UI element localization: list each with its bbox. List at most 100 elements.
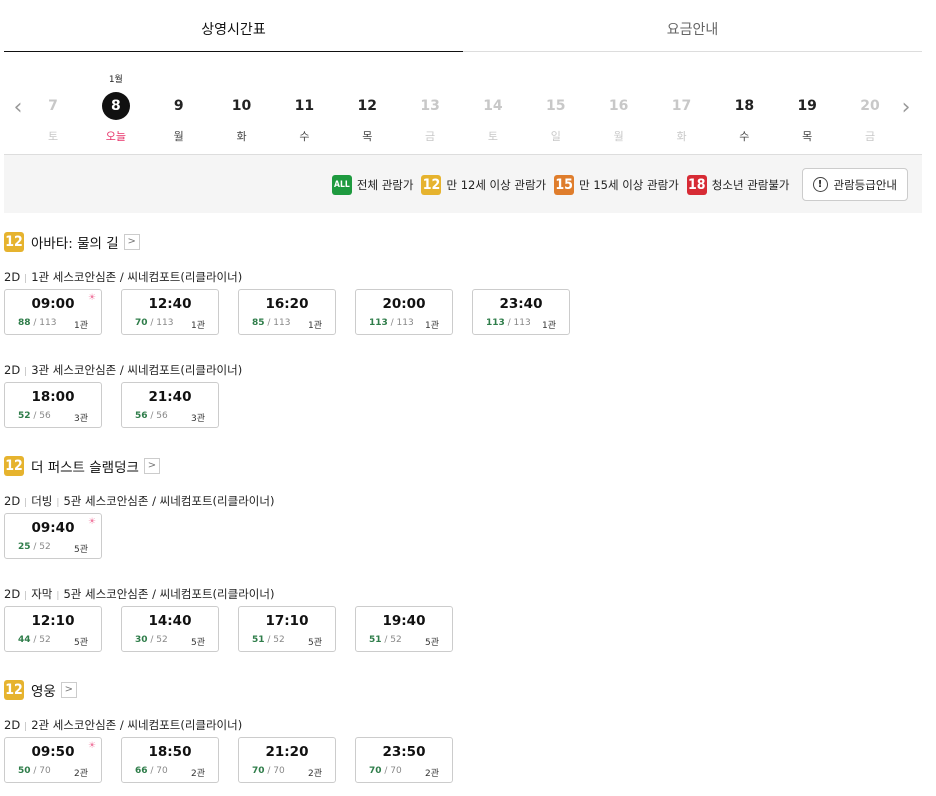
hall-number: 5관 [73,638,88,648]
showtime-time: 16:20 [265,296,309,312]
showtime-button[interactable]: 18:50 66 / 70 2관 [121,737,219,783]
hall-info-text: 2D [4,494,21,508]
seats-total: / 113 [504,318,531,328]
separator: | [24,274,28,284]
date-item: 20 금 [839,62,901,154]
hall-number: 5관 [424,638,439,648]
hall-info: 2D | 1관 세스코안심존 / 씨네컴포트(리클라이너) [4,269,242,285]
date-item[interactable]: 1월 8 오늘 [85,62,147,154]
hall-number: 1관 [307,321,322,331]
date-item: 17 화 [651,62,713,154]
tab-bar: 상영시간표 요금안내 [4,0,922,52]
date-item[interactable]: 10 화 [211,62,273,154]
chevron-right-icon[interactable]: > [143,458,160,474]
showtime-time: 12:10 [31,613,75,629]
seats-available: 50 [18,766,31,776]
movie-name[interactable]: 영웅 [31,680,56,700]
info-icon: ! [812,177,828,192]
seats-total: / 113 [387,318,414,328]
seats-available: 70 [369,766,382,776]
date-item: 15 일 [525,62,587,154]
date-number: 13 [420,98,440,114]
seat-count: 56 / 56 [135,411,168,421]
showtime-button[interactable]: 14:40 30 / 52 5관 [121,606,219,652]
seat-count: 66 / 70 [135,766,168,776]
showtime-button[interactable]: 09:00 88 / 113 1관 ☀ [4,289,102,335]
showtime-button[interactable]: 18:00 52 / 56 3관 [4,382,102,428]
rating-guide-button[interactable]: ! 관람등급안내 [801,168,908,201]
seats-total: / 70 [264,766,285,776]
seats-total: / 70 [381,766,402,776]
hall-info-text: 자막 [31,587,53,601]
date-number: 15 [546,98,566,114]
showtime-time: 17:10 [265,613,309,629]
showtime-button[interactable]: 12:40 70 / 113 1관 [121,289,219,335]
chevron-right-icon[interactable]: > [60,682,77,698]
showtime-time: 23:50 [382,744,426,760]
legend-label: 만 12세 이상 관람가 [446,177,547,192]
seats-available: 113 [369,318,388,328]
date-weekday: 월 [173,130,184,143]
seats-total: / 113 [30,318,57,328]
chevron-right-icon[interactable]: › [896,96,916,120]
date-item[interactable]: 11 수 [273,62,335,154]
movie-name[interactable]: 아바타: 물의 길 [31,232,119,252]
showtime-button[interactable]: 16:20 85 / 113 1관 [238,289,336,335]
seats-total: / 52 [264,635,285,645]
seats-total: / 52 [30,635,51,645]
date-item[interactable]: 9월 [148,62,210,154]
showtime-button[interactable]: 21:20 70 / 70 2관 [238,737,336,783]
date-item[interactable]: 19 목 [776,62,838,154]
showtime-button[interactable]: 23:50 70 / 70 2관 [355,737,453,783]
legend-item: 15 만 15세 이상 관람가 [554,174,679,195]
seat-count: 30 / 52 [135,635,168,645]
date-item: 13 금 [399,62,461,154]
tab-pricing[interactable]: 요금안내 [463,0,922,51]
date-weekday: 수 [299,130,310,143]
seats-total: / 52 [30,542,51,552]
showtime-list: 09:00 88 / 113 1관 ☀ 12:40 70 / 113 1관 16:20 85 /… [4,289,589,335]
showtime-button[interactable]: 20:00 113 / 113 1관 [355,289,453,335]
showtime-button[interactable]: 17:10 51 / 52 5관 [238,606,336,652]
seats-available: 70 [135,318,148,328]
movie-name[interactable]: 더 퍼스트 슬램덩크 [31,456,139,476]
hall-number: 3관 [73,414,88,424]
seat-count: 70 / 113 [135,318,173,328]
hall-info-text: 2관 세스코안심존 / 씨네컴포트(리클라이너) [31,718,243,732]
showtime-button[interactable]: 19:40 51 / 52 5관 [355,606,453,652]
hall-number: 3관 [190,414,205,424]
hall-number: 1관 [541,321,556,331]
chevron-right-icon[interactable]: > [123,234,140,250]
rating-12-icon: 12 [4,456,24,476]
date-item[interactable]: 18 수 [713,62,775,154]
showtime-button[interactable]: 21:40 56 / 56 3관 [121,382,219,428]
date-number: 12 [357,98,377,114]
showtime-button[interactable]: 12:10 44 / 52 5관 [4,606,102,652]
tab-showtimes[interactable]: 상영시간표 [4,0,463,52]
date-number: 10 [231,98,252,114]
hall-info-text: 3관 세스코안심존 / 씨네컴포트(리클라이너) [31,363,243,377]
date-item[interactable]: 12 목 [336,62,398,154]
seat-count: 70 / 70 [369,766,402,776]
separator: | [56,591,60,601]
showtime-time: 09:00 [31,296,75,312]
date-weekday: 목 [362,130,373,143]
seats-total: / 113 [264,318,291,328]
rating-guide-label: 관람등급안내 [833,177,897,192]
morning-show-icon: ☀ [87,741,96,751]
hall-info: 2D | 3관 세스코안심존 / 씨네컴포트(리클라이너) [4,362,242,378]
date-weekday: 수 [739,130,750,143]
showtime-button[interactable]: 23:40 113 / 113 1관 [472,289,570,335]
morning-show-icon: ☀ [87,293,96,303]
showtime-button[interactable]: 09:50 50 / 70 2관 ☀ [4,737,102,783]
hall-info-text: 2D [4,363,21,377]
date-list: 7 토 1월 8 오늘 9 월 10 화 11 수 12 목 13 금 14 토 15 일 16 월 17 화 18 수 19 목 2… [22,62,904,154]
showtime-button[interactable]: 09:40 25 / 52 5관 ☀ [4,513,102,559]
seats-available: 44 [18,635,31,645]
seat-count: 51 / 52 [369,635,402,645]
seats-available: 51 [369,635,382,645]
showtime-list: 09:40 25 / 52 5관 ☀ [4,513,121,559]
separator: | [24,498,28,508]
hall-number: 5관 [307,638,322,648]
movie-title: 12 더 퍼스트 슬램덩크 > [4,455,160,477]
